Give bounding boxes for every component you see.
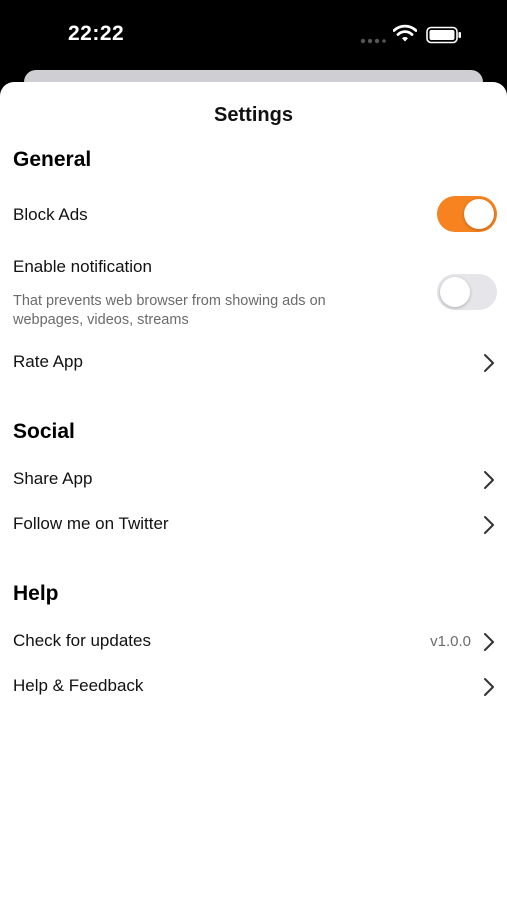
section-header-social: Social [13, 420, 75, 443]
wifi-icon [393, 24, 417, 42]
share-app-label: Share App [13, 469, 93, 488]
settings-sheet: Settings General Block Ads Enable notifi… [0, 82, 507, 900]
toggle-knob [464, 199, 494, 229]
block-ads-toggle[interactable] [437, 196, 497, 232]
section-header-general: General [13, 148, 92, 171]
chevron-right-icon [484, 678, 494, 696]
notification-label: Enable notification [13, 257, 152, 276]
help-feedback-row[interactable]: Help & Feedback [0, 664, 507, 708]
follow-twitter-label: Follow me on Twitter [13, 514, 169, 533]
notification-row: Enable notification [0, 245, 507, 310]
chevron-right-icon [484, 471, 494, 489]
status-bar: 22:22 [0, 0, 507, 70]
battery-icon [426, 26, 461, 44]
version-value: v1.0.0 [430, 633, 471, 650]
notification-description: That prevents web browser from showing a… [13, 293, 326, 328]
page-title: Settings [214, 104, 293, 126]
follow-twitter-row[interactable]: Follow me on Twitter [0, 502, 507, 546]
toggle-knob [440, 277, 470, 307]
signal-icon [360, 38, 386, 44]
chevron-right-icon [484, 633, 494, 651]
block-ads-label: Block Ads [13, 205, 88, 224]
block-ads-row: Block Ads [0, 193, 507, 237]
check-updates-row[interactable]: Check for updates v1.0.0 [0, 619, 507, 663]
section-header-help: Help [13, 582, 59, 605]
help-feedback-label: Help & Feedback [13, 676, 144, 695]
share-app-row[interactable]: Share App [0, 457, 507, 501]
check-updates-label: Check for updates [13, 631, 151, 650]
rate-app-row[interactable]: Rate App [0, 340, 507, 384]
chevron-right-icon [484, 354, 494, 372]
notification-toggle[interactable] [437, 274, 497, 310]
chevron-right-icon [484, 516, 494, 534]
status-time: 22:22 [68, 22, 125, 45]
rate-app-label: Rate App [13, 352, 83, 371]
